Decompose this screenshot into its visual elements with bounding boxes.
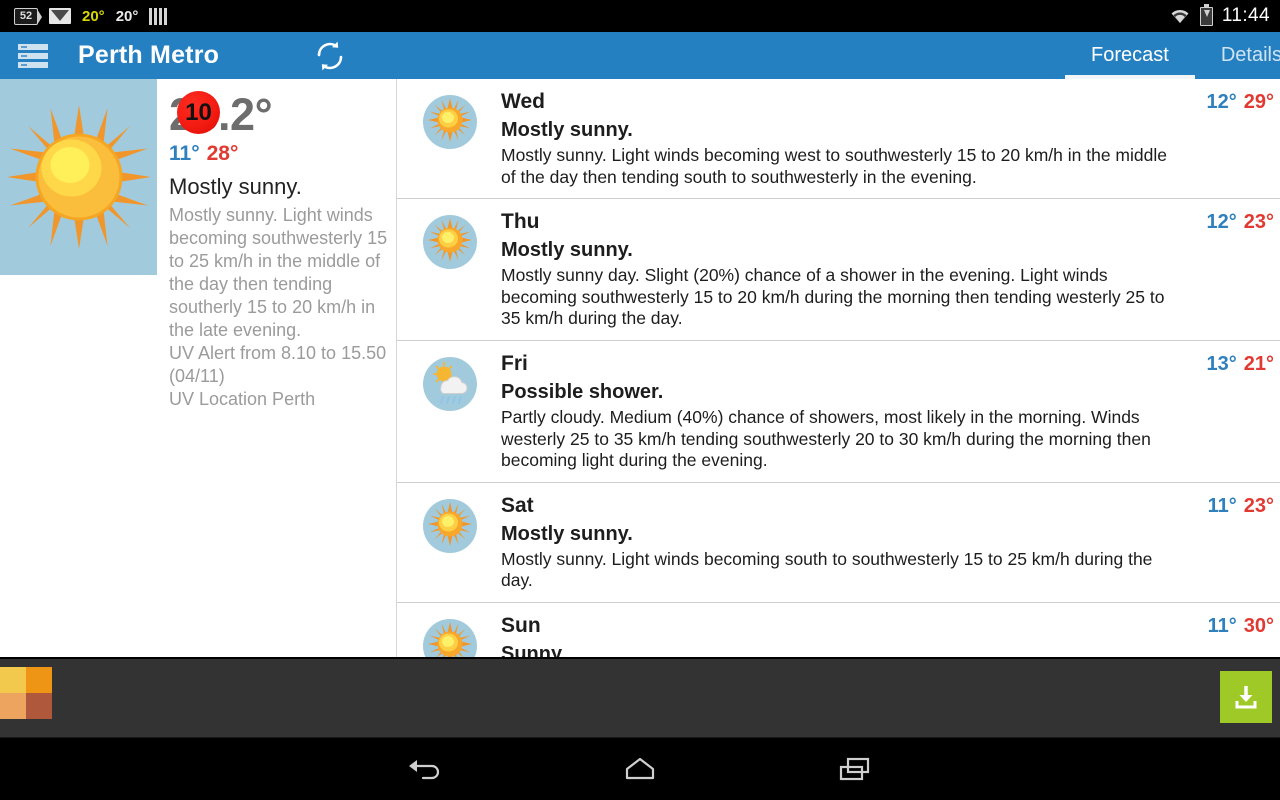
forecast-max-temp: 29°	[1243, 91, 1274, 113]
signal-bars-icon	[149, 7, 168, 25]
current-min-temp: 11°	[169, 142, 200, 166]
forecast-max-temp: 30°	[1243, 614, 1274, 637]
battery-charging-icon	[1199, 3, 1213, 26]
back-icon[interactable]	[319, 738, 533, 800]
forecast-headline: Sunny.	[501, 643, 567, 657]
forecast-row[interactable]: Sat Mostly sunny. Mostly sunny. Light wi…	[397, 483, 1280, 603]
mostly-sunny-icon	[421, 213, 479, 271]
current-headline: Mostly sunny.	[169, 174, 302, 200]
tab-bar: Forecast Details	[1065, 32, 1280, 79]
dock-bar	[0, 657, 1280, 737]
current-description: Mostly sunny. Light winds becoming south…	[169, 204, 388, 340]
tab-forecast[interactable]: Forecast	[1065, 32, 1195, 79]
forecast-max-temp: 21°	[1243, 352, 1274, 375]
mostly-sunny-icon	[421, 497, 479, 555]
forecast-min-temp: 11°	[1207, 614, 1237, 637]
forecast-day: Sat	[501, 493, 534, 517]
forecast-row-body: Wed Mostly sunny. Mostly sunny. Light wi…	[501, 89, 1266, 188]
forecast-row-body: Sat Mostly sunny. Mostly sunny. Light wi…	[501, 493, 1266, 592]
current-conditions-body: 25.2° 11° 28° Mostly sunny. Mostly sunny.…	[157, 79, 396, 657]
sdcard-badge-label: 52	[19, 10, 33, 22]
forecast-day: Sun	[501, 613, 541, 637]
list-menu-icon[interactable]	[6, 43, 60, 68]
forecast-temps: 11° 23°	[1208, 495, 1274, 518]
mostly-sunny-icon	[421, 93, 479, 151]
forecast-temps: 13° 21°	[1207, 353, 1275, 376]
forecast-row[interactable]: Wed Mostly sunny. Mostly sunny. Light wi…	[397, 79, 1280, 200]
gmail-icon	[49, 8, 71, 24]
forecast-headline: Possible shower.	[501, 381, 664, 404]
forecast-temps: 12° 29°	[1207, 91, 1275, 114]
forecast-list[interactable]: Wed Mostly sunny. Mostly sunny. Light wi…	[396, 79, 1280, 657]
forecast-description: Mostly sunny. Light winds becoming west …	[501, 145, 1167, 187]
forecast-max-temp: 23°	[1243, 211, 1274, 234]
forecast-row-body: Fri Possible shower. Partly cloudy. Medi…	[501, 351, 1266, 472]
forecast-row[interactable]: Thu Mostly sunny. Mostly sunny day. Slig…	[397, 199, 1280, 341]
refresh-icon[interactable]	[313, 39, 347, 73]
action-bar: Perth Metro Forecast Details	[0, 32, 1280, 79]
tab-details[interactable]: Details	[1195, 32, 1280, 79]
forecast-temps: 12° 23°	[1207, 211, 1275, 234]
forecast-description: Mostly sunny day. Slight (20%) chance of…	[501, 265, 1165, 329]
app-screen: 52 20° 20° 11:44 Perth Metro Forecast De…	[0, 0, 1280, 800]
forecast-min-temp: 12°	[1206, 91, 1237, 113]
forecast-max-temp: 23°	[1243, 494, 1274, 517]
forecast-row[interactable]: Sun Sunny. Sunny. Winds south to southea…	[397, 603, 1280, 657]
status-bar-right: 11:44	[1169, 3, 1270, 27]
sunny-icon	[6, 105, 151, 249]
sunny-icon	[421, 617, 479, 657]
forecast-headline: Mostly sunny.	[501, 119, 633, 142]
status-bar: 52 20° 20° 11:44	[0, 0, 1280, 32]
color-tile-icon[interactable]	[0, 667, 52, 719]
status-temp-white: 20°	[115, 7, 139, 25]
main-content: 25.2° 11° 28° Mostly sunny. Mostly sunny.…	[0, 79, 1280, 657]
forecast-temps: 11° 30°	[1208, 615, 1274, 638]
forecast-day: Fri	[501, 351, 528, 375]
current-conditions-panel[interactable]: 25.2° 11° 28° Mostly sunny. Mostly sunny.…	[0, 79, 396, 657]
uv-index-badge: 10	[177, 91, 220, 134]
status-temp-yellow: 20°	[82, 7, 105, 25]
forecast-headline: Mostly sunny.	[501, 239, 633, 262]
forecast-day: Wed	[501, 90, 545, 113]
forecast-headline: Mostly sunny.	[501, 522, 633, 545]
current-max-temp: 28°	[206, 142, 239, 166]
current-uv-alert: UV Alert from 8.10 to 15.50 (04/11)	[169, 342, 387, 386]
sdcard-icon: 52	[14, 7, 42, 25]
android-nav-bar	[0, 737, 1280, 800]
current-weather-icon-panel	[0, 79, 157, 275]
forecast-min-temp: 13°	[1206, 352, 1237, 375]
page-title: Perth Metro	[78, 41, 220, 69]
forecast-day: Thu	[501, 210, 540, 234]
forecast-row-body: Sun Sunny. Sunny. Winds south to southea…	[501, 613, 1266, 657]
current-uv-location: UV Location Perth	[169, 389, 316, 409]
current-min-max: 11° 28°	[169, 142, 396, 166]
status-bar-left: 52 20° 20°	[14, 7, 168, 25]
wifi-icon	[1169, 8, 1191, 24]
forecast-min-temp: 11°	[1207, 494, 1237, 517]
download-icon[interactable]	[1220, 671, 1272, 723]
forecast-min-temp: 12°	[1206, 211, 1237, 234]
shower-icon	[421, 355, 479, 413]
status-clock: 11:44	[1221, 5, 1270, 26]
home-icon[interactable]	[533, 738, 747, 800]
forecast-description: Partly cloudy. Medium (40%) chance of sh…	[501, 407, 1151, 471]
recents-icon[interactable]	[747, 738, 961, 800]
forecast-row[interactable]: Fri Possible shower. Partly cloudy. Medi…	[397, 341, 1280, 483]
forecast-description: Mostly sunny. Light winds becoming south…	[501, 548, 1153, 591]
forecast-row-body: Thu Mostly sunny. Mostly sunny day. Slig…	[501, 209, 1266, 330]
